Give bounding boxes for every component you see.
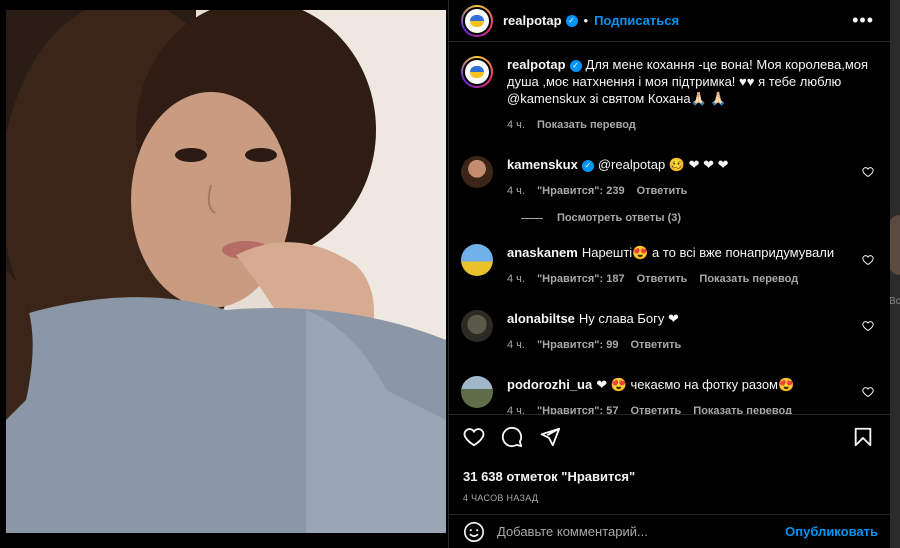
comment-likes[interactable]: "Нравится": 239 bbox=[537, 183, 625, 200]
verified-badge-icon: ✓ bbox=[569, 59, 582, 72]
next-post-label-peek: Во bbox=[889, 296, 900, 307]
heart-logo-icon bbox=[470, 66, 484, 78]
post-timestamp: 4 ЧАСОВ НАЗАД bbox=[463, 493, 539, 503]
author-avatar[interactable] bbox=[461, 4, 493, 37]
comment-username[interactable]: kamenskux bbox=[507, 157, 578, 172]
comment-reply-button[interactable]: Ответить bbox=[637, 271, 688, 288]
comment-time: 4 ч. bbox=[507, 273, 525, 285]
comment-text: ❤ 😍 чекаємо на фотку разом😍 bbox=[596, 377, 795, 392]
comment-text: Нарешті😍 а то всі вже понапридумували bbox=[581, 245, 835, 260]
verified-badge-icon: ✓ bbox=[565, 14, 578, 27]
comment-row: alonabiltse Ну слава Богу ❤ 4 ч. "Нравитс… bbox=[461, 310, 874, 354]
author-username[interactable]: realpotap bbox=[503, 13, 562, 28]
caption-author[interactable]: realpotap bbox=[507, 57, 566, 72]
comment-time: 4 ч. bbox=[507, 185, 525, 197]
comment-row: anaskanem Нарешті😍 а то всі вже понаприду… bbox=[461, 244, 874, 288]
view-replies-button[interactable]: Посмотреть ответы (3) bbox=[521, 212, 874, 224]
comment-username[interactable]: anaskanem bbox=[507, 245, 578, 260]
photo-illustration bbox=[6, 10, 446, 533]
likes-count[interactable]: 31 638 отметок "Нравится" bbox=[463, 469, 874, 484]
emoji-smiley-icon[interactable] bbox=[463, 521, 485, 543]
post-modal: realpotap ✓ • Подписаться ••• realpotap ✓… bbox=[0, 0, 890, 548]
comment-likes[interactable]: "Нравится": 99 bbox=[537, 337, 618, 354]
comment-translate-button[interactable]: Показать перевод bbox=[693, 403, 792, 414]
commenter-avatar[interactable] bbox=[461, 244, 493, 276]
comment-username[interactable]: podorozhi_ua bbox=[507, 377, 592, 392]
save-bookmark-icon[interactable] bbox=[852, 426, 874, 448]
verified-badge-icon: ✓ bbox=[581, 159, 594, 172]
post-photo-pane bbox=[0, 0, 448, 548]
comment-username[interactable]: alonabiltse bbox=[507, 311, 575, 326]
like-heart-icon[interactable] bbox=[463, 426, 485, 448]
comment-input[interactable] bbox=[497, 524, 786, 539]
comments-list[interactable]: realpotap ✓ Для мене кохання -це вона! Моя… bbox=[449, 42, 890, 414]
comment-row: podorozhi_ua ❤ 😍 чекаємо на фотку разом😍 … bbox=[461, 376, 874, 414]
post-side-panel: realpotap ✓ • Подписаться ••• realpotap ✓… bbox=[448, 0, 890, 548]
caption-translate-button[interactable]: Показать перевод bbox=[537, 117, 636, 134]
comment-time: 4 ч. bbox=[507, 339, 525, 351]
post-header: realpotap ✓ • Подписаться ••• bbox=[449, 0, 890, 42]
like-comment-heart-icon[interactable] bbox=[862, 386, 874, 398]
post-actions: 31 638 отметок "Нравится" 4 ЧАСОВ НАЗАД bbox=[449, 414, 890, 503]
like-comment-heart-icon[interactable] bbox=[862, 254, 874, 266]
heart-logo-icon bbox=[470, 14, 484, 27]
post-photo[interactable] bbox=[6, 10, 446, 533]
comment-reply-button[interactable]: Ответить bbox=[637, 183, 688, 200]
caption-author-avatar[interactable] bbox=[461, 56, 493, 88]
comment-text: @realpotap 🥴 ❤ ❤ ❤ bbox=[597, 157, 729, 172]
commenter-avatar[interactable] bbox=[461, 310, 493, 342]
publish-button[interactable]: Опубликовать bbox=[785, 524, 878, 539]
comment-translate-button[interactable]: Показать перевод bbox=[699, 271, 798, 288]
share-send-icon[interactable] bbox=[539, 426, 561, 448]
header-dot-separator: • bbox=[583, 13, 589, 28]
comment-likes[interactable]: "Нравится": 187 bbox=[537, 271, 625, 288]
follow-button[interactable]: Подписаться bbox=[594, 13, 679, 28]
more-options-button[interactable]: ••• bbox=[852, 10, 874, 31]
comment-bubble-icon[interactable] bbox=[501, 426, 523, 448]
comment-text: Ну слава Богу ❤ bbox=[578, 311, 679, 326]
caption-time: 4 ч. bbox=[507, 119, 525, 131]
comment-reply-button[interactable]: Ответить bbox=[630, 337, 681, 354]
comment-time: 4 ч. bbox=[507, 405, 525, 414]
comment-likes[interactable]: "Нравится": 57 bbox=[537, 403, 618, 414]
caption-row: realpotap ✓ Для мене кохання -це вона! Моя… bbox=[461, 56, 874, 134]
comment-composer: Опубликовать bbox=[449, 514, 890, 548]
comment-row: kamenskux ✓ @realpotap 🥴 ❤ ❤ ❤ 4 ч. "Нрави… bbox=[461, 156, 874, 200]
comment-reply-button[interactable]: Ответить bbox=[630, 403, 681, 414]
commenter-avatar[interactable] bbox=[461, 156, 493, 188]
like-comment-heart-icon[interactable] bbox=[862, 166, 874, 178]
commenter-avatar[interactable] bbox=[461, 376, 493, 408]
like-comment-heart-icon[interactable] bbox=[862, 320, 874, 332]
